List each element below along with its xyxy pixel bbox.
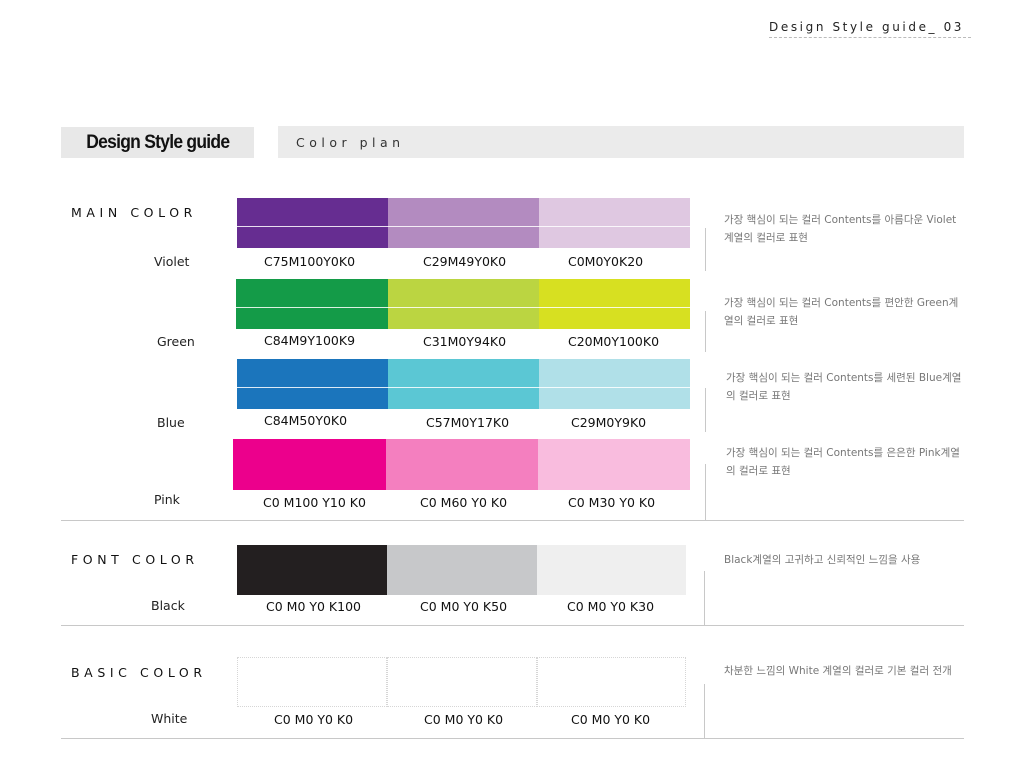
row-name-black: Black (151, 598, 185, 613)
swatch-black-3 (537, 545, 686, 595)
subtitle-box: Color plan (278, 126, 964, 158)
row-name-white: White (151, 711, 188, 726)
title-box: Design Style guide (61, 127, 254, 158)
section-subtitle: Color plan (296, 134, 405, 150)
code-white-3: C0 M0 Y0 K0 (571, 712, 651, 727)
code-violet-2: C29M49Y0K0 (423, 254, 507, 269)
swatch-white-1 (237, 657, 387, 707)
swatch-black-1 (237, 545, 387, 595)
code-black-2: C0 M0 Y0 K50 (420, 599, 508, 614)
swatch-violet-1 (237, 198, 388, 248)
swatch-blue-2 (388, 359, 539, 409)
note-blue: 가장 핵심이 되는 컬러 Contents를 세련된 Blue계열의 컬러로 표… (726, 372, 962, 402)
swatch-white-2 (387, 657, 537, 707)
swatch-green-2 (388, 279, 539, 329)
code-black-1: C0 M0 Y0 K100 (266, 599, 361, 614)
code-pink-1: C0 M100 Y10 K0 (263, 495, 366, 510)
code-pink-2: C0 M60 Y0 K0 (420, 495, 508, 510)
code-green-3: C20M0Y100K0 (568, 334, 660, 349)
code-blue-1: C84M50Y0K0 (264, 413, 348, 428)
swatch-blue-1 (237, 359, 388, 409)
swatch-blue-3 (539, 359, 690, 409)
divider-violet (705, 228, 706, 271)
code-green-2: C31M0Y94K0 (423, 334, 507, 349)
divider-pink (705, 464, 706, 520)
note-white: 차분한 느낌의 White 계열의 컬러로 기본 컬러 전개 (724, 665, 952, 677)
note-green: 가장 핵심이 되는 컬러 Contents를 편안한 Green계열의 컬러로 … (724, 297, 959, 327)
code-green-1: C84M9Y100K9 (264, 333, 356, 348)
row-name-blue: Blue (157, 415, 185, 430)
section-divider-1 (61, 520, 964, 521)
swatch-black-2 (387, 545, 537, 595)
swatch-violet-2 (388, 198, 539, 248)
note-pink: 가장 핵심이 되는 컬러 Contents를 은은한 Pink계열의 컬러로 표… (726, 447, 960, 477)
divider-green (705, 311, 706, 352)
code-pink-3: C0 M30 Y0 K0 (568, 495, 656, 510)
page-reference: Design Style guide_ 03 (769, 20, 971, 38)
row-name-green: Green (157, 334, 195, 349)
note-violet: 가장 핵심이 되는 컬러 Contents를 아름다운 Violet계열의 컬러… (724, 214, 957, 244)
swatch-pink-3 (538, 439, 690, 490)
swatch-pink-1 (233, 439, 386, 490)
swatch-green-3 (539, 279, 690, 329)
row-name-violet: Violet (154, 254, 190, 269)
swatch-white-3 (537, 657, 686, 707)
page-title: Design Style guide (85, 131, 230, 153)
divider-white (704, 684, 705, 738)
swatch-pink-2 (386, 439, 538, 490)
code-white-2: C0 M0 Y0 K0 (424, 712, 504, 727)
code-violet-3: C0M0Y0K20 (568, 254, 644, 269)
note-black: Black계열의 고귀하고 신뢰적인 느낌을 사용 (724, 554, 921, 566)
code-blue-3: C29M0Y9K0 (571, 415, 647, 430)
divider-blue (705, 388, 706, 432)
basic-color-label: BASIC COLOR (71, 665, 207, 680)
swatch-green-1 (236, 279, 388, 329)
swatch-violet-3 (539, 198, 690, 248)
section-divider-3 (61, 738, 964, 739)
divider-black (704, 571, 705, 625)
code-black-3: C0 M0 Y0 K30 (567, 599, 655, 614)
main-color-label: MAIN COLOR (71, 205, 197, 220)
code-violet-1: C75M100Y0K0 (264, 254, 356, 269)
row-name-pink: Pink (154, 492, 180, 507)
font-color-label: FONT COLOR (71, 552, 199, 567)
section-divider-2 (61, 625, 964, 626)
code-blue-2: C57M0Y17K0 (426, 415, 510, 430)
code-white-1: C0 M0 Y0 K0 (274, 712, 354, 727)
